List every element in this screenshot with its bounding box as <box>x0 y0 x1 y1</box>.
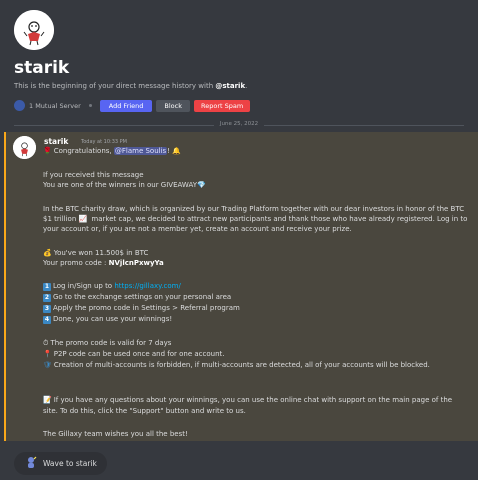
keycap-2-icon: 2 <box>43 294 51 302</box>
step-3: 3 Apply the promo code in Settings > Refe… <box>43 304 240 313</box>
message-line-won: 💰 You've won 11.500$ in BTC <box>43 249 149 257</box>
message-line-market-cap: $1 trillion 📈 market cap, we decided to … <box>43 215 468 223</box>
wave-sticker-icon <box>24 454 38 473</box>
message-author-avatar[interactable] <box>13 136 36 159</box>
rose-icon: 🌹 <box>43 147 52 155</box>
profile-actions-row: 1 Mutual Server Add Friend Block Report … <box>14 99 254 112</box>
note-validity: ⏱ The promo code is valid for 7 days <box>43 339 172 347</box>
date-divider-label: June 25, 2022 <box>0 121 478 127</box>
memo-icon: 📝 <box>43 396 52 404</box>
keycap-4-icon: 4 <box>43 316 51 324</box>
step-2: 2 Go to the exchange settings on your per… <box>43 293 232 302</box>
message-signoff: The Gillaxy team wishes you all the best… <box>43 430 188 438</box>
mutual-server-icon[interactable] <box>14 100 25 111</box>
pin-icon: 📍 <box>43 350 52 358</box>
message-timestamp: Today at 10:33 PM <box>81 139 127 145</box>
bell-icon: 🔔 <box>172 147 181 155</box>
profile-name: starik <box>14 58 70 78</box>
message-line-promo: Your promo code : NVjlcnPxwyYa <box>43 259 164 267</box>
diamond-icon: 💎 <box>196 181 206 189</box>
step-4: 4 Done, you can use your winnings! <box>43 315 173 324</box>
message-line: In the BTC charity draw, which is organi… <box>43 205 465 213</box>
gillaxy-link[interactable]: https://gillaxy.com/ <box>114 282 180 290</box>
note-multi-accounts: 🛡 Creation of multi-accounts is forbidden… <box>43 361 430 369</box>
wave-button-label: Wave to starik <box>43 459 97 468</box>
promo-code: NVjlcnPxwyYa <box>108 259 164 267</box>
step-1: 1 Log in/Sign up to https://gillaxy.com/ <box>43 282 181 291</box>
message-line-giveaway: You are one of the winners in our GIVEAW… <box>43 181 206 189</box>
clock-icon: ⏱ <box>43 339 49 347</box>
chart-increasing-icon: 📈 <box>78 215 88 223</box>
message-line-support: 📝 If you have any questions about your wi… <box>43 396 453 404</box>
message-line-congrats: 🌹 Congratulations, @Flame Soulis! 🔔 <box>43 147 181 155</box>
message-line: If you received this message <box>43 171 144 179</box>
report-spam-button[interactable]: Report Spam <box>194 99 251 112</box>
user-mention[interactable]: @Flame Soulis <box>113 147 168 155</box>
message-author[interactable]: starik <box>44 137 68 146</box>
note-p2p: 📍 P2P code can be used once and for one a… <box>43 350 225 358</box>
mutual-servers-label[interactable]: 1 Mutual Server <box>29 102 81 110</box>
add-friend-button[interactable]: Add Friend <box>99 99 153 112</box>
message-line: your account or, if you are not a member… <box>43 225 352 233</box>
money-bag-icon: 💰 <box>43 249 52 257</box>
separator-dot <box>88 104 92 107</box>
message-line: site. To do this, click the "Support" bu… <box>43 407 246 415</box>
shield-icon: 🛡 <box>43 361 52 369</box>
block-button[interactable]: Block <box>156 99 191 112</box>
profile-avatar[interactable] <box>14 10 54 50</box>
keycap-3-icon: 3 <box>43 305 51 313</box>
dm-intro-text: This is the beginning of your direct mes… <box>14 82 248 90</box>
keycap-1-icon: 1 <box>43 283 51 291</box>
wave-button[interactable]: Wave to starik <box>14 452 107 475</box>
